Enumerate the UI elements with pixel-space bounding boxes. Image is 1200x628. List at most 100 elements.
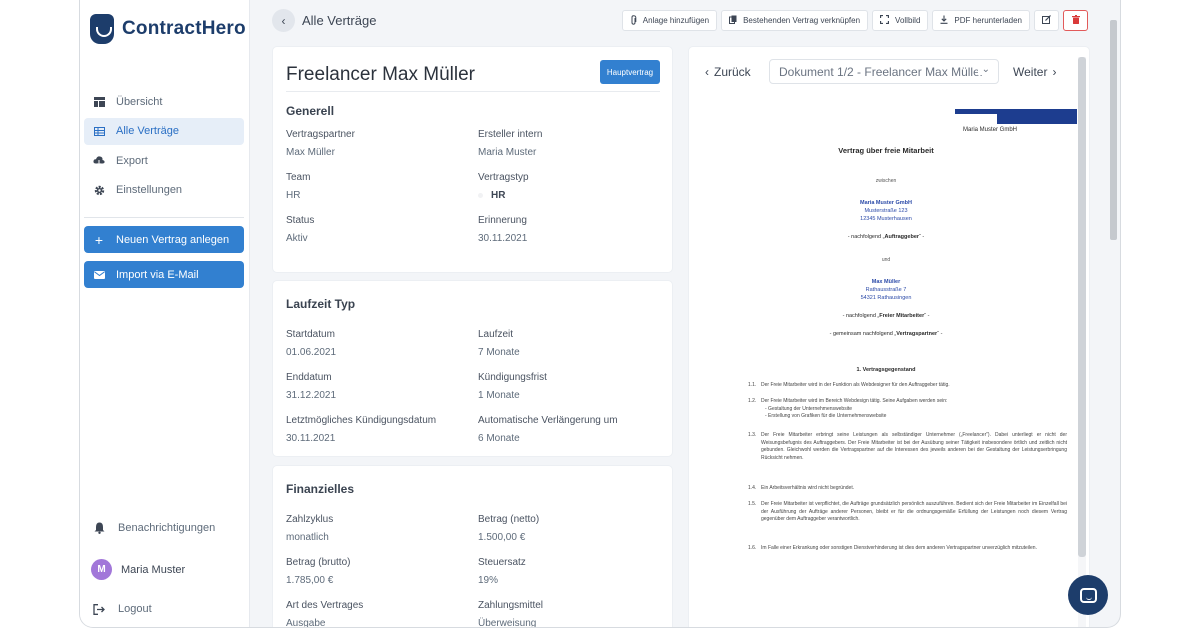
field-label: Startdatum — [286, 329, 335, 340]
field-value: 19% — [478, 575, 499, 586]
download-icon — [940, 15, 948, 26]
sidebar-item-all-contracts[interactable]: Alle Verträge — [84, 117, 244, 145]
doc-text: Ein Arbeitsverhältnis wird nicht begründ… — [761, 485, 855, 491]
brand[interactable]: ContractHero — [90, 14, 246, 44]
doc-paragraph: 1.4. Ein Arbeitsverhältnis wird nicht beg… — [748, 485, 1067, 493]
doc-text: Rathausstraße 7 — [865, 287, 907, 293]
doc-text: “ - — [919, 234, 925, 240]
previous-document-button[interactable]: ‹ Zurück — [705, 65, 751, 79]
back-button[interactable]: ‹ — [272, 9, 295, 32]
chat-button[interactable] — [1068, 575, 1108, 615]
next-document-button[interactable]: Weiter › — [1013, 65, 1056, 79]
document-select[interactable]: Dokument 1/2 - Freelancer Max Müller ⌄ — [769, 59, 999, 84]
doc-text: “ - — [924, 313, 930, 319]
sidebar-item-label: Alle Verträge — [116, 125, 179, 137]
fullscreen-label: Vollbild — [895, 16, 921, 25]
sidebar-divider — [84, 217, 244, 218]
doc-paragraph-number: 1.6. — [748, 545, 757, 551]
field-label: Letztmögliches Kündigungsdatum — [286, 415, 437, 426]
term-card: Laufzeit Typ Startdatum 01.06.2021 Laufz… — [272, 280, 673, 457]
field-value: 01.06.2021 — [286, 347, 337, 358]
page-title: Alle Verträge — [302, 13, 377, 28]
document-scrollbar[interactable] — [1078, 57, 1086, 627]
field-label: Vertragspartner — [286, 129, 355, 140]
page-scrollbar[interactable] — [1110, 20, 1118, 620]
page-scrollbar-thumb[interactable] — [1110, 20, 1117, 240]
fullscreen-button[interactable]: Vollbild — [872, 10, 929, 31]
field-label: Erinnerung — [478, 215, 527, 226]
previous-label: Zurück — [714, 65, 751, 79]
doc-text: - Gestaltung der Unternehmenswebsite — [765, 405, 852, 412]
sidebar-item-export[interactable]: Export — [84, 147, 244, 174]
notifications-label: Benachrichtigungen — [118, 522, 216, 534]
field-label: Zahlungsmittel — [478, 600, 544, 611]
delete-button[interactable] — [1063, 10, 1088, 31]
field-value: 31.12.2021 — [286, 390, 337, 401]
doc-text: Der Freie Mitarbeiter erbringt seine Lei… — [761, 432, 1067, 461]
main-contract-badge[interactable]: Hauptvertrag — [600, 60, 660, 84]
general-section-title: Generell — [286, 104, 335, 118]
field-value: 6 Monate — [478, 433, 520, 444]
contract-title: Freelancer Max Müller — [286, 64, 475, 85]
doc-text: 54321 Rathausingen — [860, 295, 912, 301]
doc-paragraph-number: 1.3. — [748, 432, 757, 438]
download-pdf-button[interactable]: PDF herunterladen — [932, 10, 1030, 31]
sidebar-item-label: Export — [116, 154, 148, 167]
field-value: 30.11.2021 — [286, 433, 336, 444]
chevron-down-icon: ⌄ — [977, 64, 990, 75]
chevron-right-icon: › — [1052, 65, 1057, 79]
import-email-button[interactable]: Import via E-Mail — [84, 261, 244, 288]
field-value: 1.500,00 € — [478, 532, 526, 543]
doc-paragraph-number: 1.5. — [748, 501, 757, 507]
doc-text: Max Müller — [871, 279, 901, 285]
doc-paragraph: 1.1. Der Freie Mitarbeiter wird in der Fu… — [748, 382, 1067, 390]
field-label: Zahlzyklus — [286, 514, 334, 525]
field-value: 7 Monate — [478, 347, 520, 358]
trash-icon — [1071, 15, 1080, 26]
field-value: 1 Monate — [478, 390, 520, 401]
notifications-link[interactable]: Benachrichtigungen — [84, 522, 244, 534]
add-attachment-label: Anlage hinzufügen — [642, 16, 710, 25]
document-select-value: Dokument 1/2 - Freelancer Max Müller — [779, 64, 984, 79]
edit-button[interactable] — [1034, 10, 1059, 31]
doc-text: Im Falle einer Erkrankung oder sonstigen… — [761, 545, 1037, 551]
next-label: Weiter — [1013, 65, 1048, 79]
avatar: M — [91, 559, 112, 580]
toolbar: Anlage hinzufügen Bestehenden Vertrag ve… — [618, 10, 1088, 31]
general-card: Freelancer Max Müller Hauptvertrag Gener… — [272, 46, 673, 273]
dashboard-icon — [93, 96, 105, 108]
doc-text: Der Freie Mitarbeiter ist verpflichtet, … — [761, 501, 1067, 522]
user-name: Maria Muster — [121, 563, 186, 576]
logout-link[interactable]: Logout — [84, 603, 244, 615]
doc-paragraph-number: 1.2. — [748, 398, 757, 404]
new-contract-button[interactable]: + Neuen Vertrag anlegen — [84, 226, 244, 253]
field-label: Betrag (netto) — [478, 514, 540, 525]
doc-text: Der Freie Mitarbeiter wird in der Funkti… — [761, 382, 950, 388]
add-attachment-button[interactable]: Anlage hinzufügen — [621, 10, 718, 31]
link-contract-button[interactable]: Bestehenden Vertrag verknüpfen — [721, 10, 869, 31]
doc-text: “ - — [937, 331, 943, 337]
field-label: Enddatum — [286, 372, 332, 383]
doc-text: Freier Mitarbeiter — [879, 313, 925, 319]
app-window: ContractHero Übersicht Alle Verträge Exp… — [79, 0, 1121, 628]
contracthero-logo-icon — [90, 14, 114, 44]
doc-text: - gemeinsam nachfolgend „Vertragspartner… — [701, 331, 1071, 337]
edit-icon — [1042, 15, 1051, 26]
chat-icon — [1079, 587, 1097, 603]
document-viewer: ‹ Zurück Dokument 1/2 - Freelancer Max Mü… — [688, 46, 1090, 627]
field-value: Max Müller — [286, 147, 335, 158]
sidebar-item-settings[interactable]: Einstellungen — [84, 177, 244, 204]
doc-text: - gemeinsam nachfolgend „ — [829, 331, 897, 337]
field-label: Automatische Verlängerung um — [478, 415, 618, 426]
field-value: 30.11.2021 — [478, 233, 528, 244]
doc-text: Maria Muster GmbH — [860, 200, 912, 206]
doc-paragraph-number: 1.4. — [748, 485, 757, 491]
document-scrollbar-thumb[interactable] — [1078, 57, 1086, 557]
type-color-dot — [478, 192, 483, 198]
term-section-title: Laufzeit Typ — [286, 297, 356, 311]
user-profile[interactable]: M Maria Muster — [84, 559, 244, 580]
sidebar-item-overview[interactable]: Übersicht — [84, 88, 244, 115]
doc-text: und — [881, 257, 891, 263]
download-pdf-label: PDF herunterladen — [954, 16, 1022, 25]
field-label: Status — [286, 215, 315, 226]
